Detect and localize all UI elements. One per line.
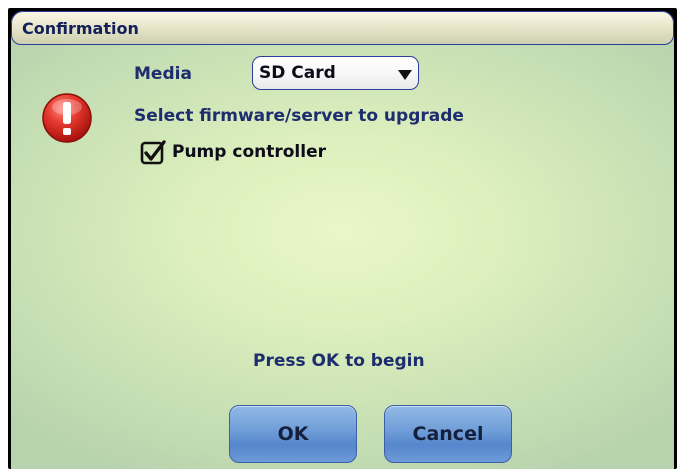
dialog-title: Confirmation [22, 19, 139, 38]
warning-icon [42, 93, 92, 143]
cancel-button[interactable]: Cancel [384, 405, 512, 463]
confirmation-dialog: Confirmation Media SD Card Select firmwa… [8, 8, 677, 469]
media-label: Media [134, 64, 192, 84]
dialog-body: Confirmation Media SD Card Select firmwa… [11, 11, 674, 469]
media-dropdown-value: SD Card [259, 63, 336, 83]
ok-button-label: OK [277, 423, 309, 445]
prompt-text: Press OK to begin [253, 351, 425, 371]
cancel-button-label: Cancel [412, 423, 484, 445]
instruction-text: Select firmware/server to upgrade [134, 106, 464, 126]
pump-controller-label[interactable]: Pump controller [172, 142, 326, 162]
media-dropdown[interactable]: SD Card [252, 56, 419, 90]
chevron-down-icon [398, 70, 412, 80]
ok-button[interactable]: OK [229, 405, 357, 463]
pump-controller-checkbox[interactable] [139, 139, 167, 167]
dialog-titlebar: Confirmation [11, 11, 674, 45]
